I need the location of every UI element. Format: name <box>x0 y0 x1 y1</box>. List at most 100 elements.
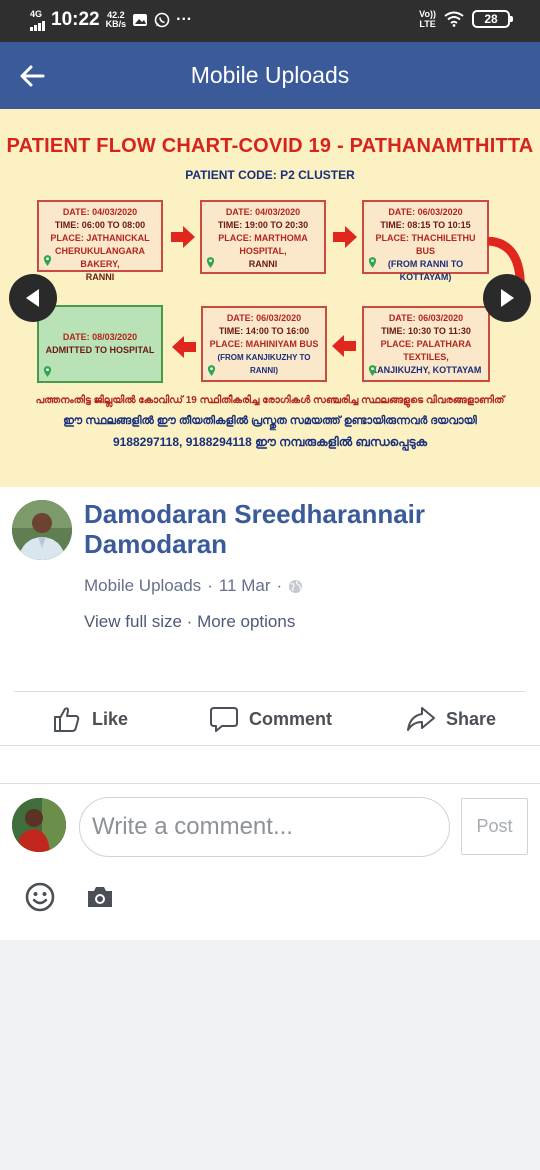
actions-divider-bottom <box>0 745 540 746</box>
speed-unit: KB/s <box>105 19 127 29</box>
flow-box-extra: RANNI <box>248 259 278 269</box>
album-link[interactable]: Mobile Uploads <box>84 576 201 596</box>
location-pin-icon <box>368 257 377 268</box>
flow-box-date: DATE: 06/03/2020 <box>226 313 302 323</box>
flow-box-time: TIME: 10:30 TO 11:30 <box>381 326 471 336</box>
flow-arrow-right-1 <box>171 226 195 248</box>
flow-box-time: TIME: 08:15 TO 10:15 <box>380 220 471 230</box>
flow-arrow-left-1 <box>172 336 196 358</box>
malayalam-notice-line-2: ഈ സ്ഥലങ്ങളിൽ ഈ തീയതികളിൽ പ്രസ്തുത സമയത്ത… <box>63 415 477 427</box>
clock: 10:22 <box>51 9 100 30</box>
flow-box-1: DATE: 04/03/2020 TIME: 06:00 TO 08:00 PL… <box>37 200 163 282</box>
network-type: 4G <box>30 8 43 19</box>
flow-box-date: DATE: 06/03/2020 <box>388 313 464 323</box>
flow-box-place: PLACE: PALATHARA TEXTILES, <box>380 339 472 362</box>
share-button[interactable]: Share <box>406 692 496 746</box>
chevron-left-icon <box>26 289 39 307</box>
malayalam-notice-line-1: പത്തനംതിട്ട ജില്ലയിൽ കോവിഡ് 19 സ്ഥിതീകരി… <box>35 395 505 406</box>
speech-bubble-icon <box>210 707 238 732</box>
current-user-avatar <box>12 798 66 852</box>
flow-box-detail: KANJIKUZHY, KOTTAYAM <box>370 365 482 375</box>
flow-arrow-left-2 <box>332 335 356 357</box>
share-label: Share <box>446 708 497 729</box>
flow-box-date: DATE: 04/03/2020 <box>62 207 138 217</box>
post-author-name[interactable]: Damodaran Sreedharannair Damodaran <box>84 499 504 559</box>
share-arrow-icon <box>407 707 435 731</box>
meta-separator: · <box>207 576 213 595</box>
flow-box-date: DATE: 04/03/2020 <box>225 207 301 217</box>
flow-box-detail: CHERUKULANGARA BAKERY, <box>55 246 145 269</box>
flow-box-date: DATE: 08/03/2020 <box>62 332 138 342</box>
view-full-size-link[interactable]: View full size <box>84 612 182 631</box>
flow-box-time: TIME: 19:00 TO 20:30 <box>217 220 309 230</box>
flow-box-place: PLACE: MARTHOMA <box>218 233 308 243</box>
status-bar: 4G 10:22 42.2 KB/s ··· Vo)) LTE 28 <box>0 0 540 42</box>
location-pin-icon <box>43 366 52 377</box>
empty-feed-area <box>0 940 540 1170</box>
flow-box-place: PLACE: MAHINIYAM BUS <box>209 339 319 349</box>
camera-icon[interactable] <box>85 883 115 911</box>
signal-indicator: 4G <box>30 8 45 31</box>
signal-bars-icon <box>30 19 45 31</box>
flowchart-patient-code: PATIENT CODE: P2 CLUSTER <box>185 168 355 182</box>
author-avatar[interactable] <box>12 500 72 560</box>
photo-links: View full size · More options <box>84 612 295 632</box>
previous-photo-button[interactable] <box>9 274 57 322</box>
comment-button[interactable]: Comment <box>209 692 332 746</box>
like-label: Like <box>92 708 129 729</box>
flow-box-detail: (FROM RANNI TO KOTTAYAM) <box>387 259 464 282</box>
comment-label: Comment <box>249 708 333 729</box>
flow-box-5: DATE: 06/03/2020 TIME: 14:00 TO 16:00 PL… <box>201 306 327 382</box>
flow-box-place: PLACE: JATHANICKAL <box>50 233 150 243</box>
links-separator: · <box>181 612 198 631</box>
post-comment-button[interactable]: Post <box>461 798 528 855</box>
flow-arrow-right-2 <box>333 226 357 248</box>
location-pin-icon <box>207 365 216 376</box>
post-date[interactable]: 11 Mar <box>219 576 271 596</box>
network-speed: 42.2 KB/s <box>106 11 127 29</box>
status-bar-left: 4G 10:22 42.2 KB/s ··· <box>30 9 192 31</box>
flow-box-time: TIME: 06:00 TO 08:00 <box>54 220 146 230</box>
battery-icon: 28 <box>472 10 513 28</box>
app-bar: Mobile Uploads <box>0 42 540 109</box>
comment-input[interactable] <box>79 797 450 857</box>
status-bar-right: Vo)) LTE 28 <box>419 9 513 29</box>
next-photo-button[interactable] <box>483 274 531 322</box>
more-options-link[interactable]: More options <box>197 612 295 631</box>
flow-box-place: PLACE: THACHILETHU BUS <box>375 233 476 256</box>
meta-separator: · <box>276 576 283 595</box>
thumbs-up-icon <box>54 707 80 732</box>
comments-divider <box>0 783 540 784</box>
flow-box-time: TIME: 14:00 TO 16:00 <box>218 326 310 336</box>
flow-box-6: DATE: 06/03/2020 TIME: 10:30 TO 11:30 PL… <box>362 306 490 382</box>
photo-viewer[interactable]: PATIENT FLOW CHART-COVID 19 - PATHANAMTH… <box>0 109 540 487</box>
post-actions: Like Comment Share <box>0 692 540 746</box>
flow-box-detail: HOSPITAL, <box>239 246 287 256</box>
location-pin-icon <box>368 365 377 376</box>
location-pin-icon <box>206 257 215 268</box>
post-card: Damodaran Sreedharannair Damodaran Mobil… <box>0 487 540 940</box>
wifi-icon <box>444 11 464 27</box>
gallery-icon <box>133 14 148 26</box>
globe-icon <box>289 579 303 593</box>
volte-bottom: LTE <box>419 19 436 29</box>
flow-box-2: DATE: 04/03/2020 TIME: 19:00 TO 20:30 PL… <box>200 200 326 274</box>
flowchart-title: PATIENT FLOW CHART-COVID 19 - PATHANAMTH… <box>6 135 534 157</box>
chevron-right-icon <box>501 289 514 307</box>
post-meta: Mobile Uploads · 11 Mar · <box>84 576 303 596</box>
more-notifications-icon: ··· <box>176 11 193 28</box>
like-button[interactable]: Like <box>52 692 128 746</box>
flow-box-status: ADMITTED TO HOSPITAL <box>45 345 155 355</box>
volte-indicator: Vo)) LTE <box>419 9 436 29</box>
whatsapp-icon <box>154 12 170 28</box>
author-avatar-image <box>12 500 72 560</box>
flow-box-4: DATE: 08/03/2020 ADMITTED TO HOSPITAL <box>37 305 163 383</box>
flow-box-date: DATE: 06/03/2020 <box>388 207 463 217</box>
flow-box-3: DATE: 06/03/2020 TIME: 08:15 TO 10:15 PL… <box>362 200 489 282</box>
current-user-avatar-image <box>12 798 66 852</box>
volte-top: Vo)) <box>419 9 436 19</box>
emoji-icon[interactable] <box>24 881 56 913</box>
flow-box-extra: RANNI <box>85 272 115 282</box>
malayalam-notice-line-3: 9188297118, 9188294118 ഈ നമ്പരുകളിൽ ബന്ധ… <box>112 435 428 449</box>
flow-box-detail: (FROM KANJIKUZHY TO RANNI) <box>217 353 311 375</box>
